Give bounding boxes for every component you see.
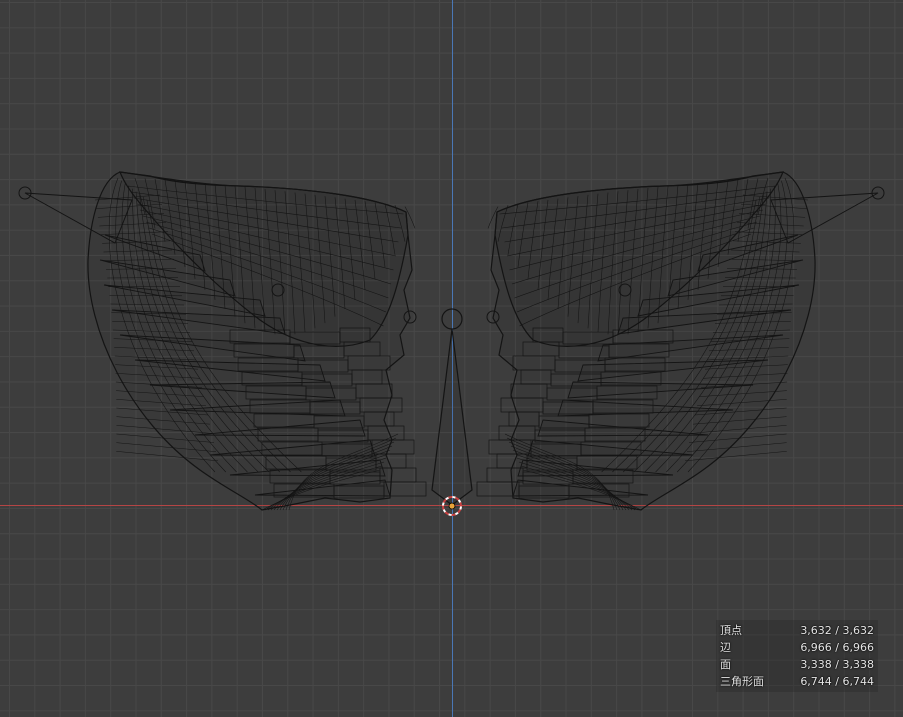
armature-bones[interactable] xyxy=(431,308,473,506)
stat-row-vertices: 頂点 3,632 / 3,632 xyxy=(720,622,874,639)
wireframe-scene[interactable] xyxy=(0,0,903,717)
left-wing-mesh[interactable] xyxy=(18,171,427,511)
right-wing-mesh[interactable] xyxy=(476,171,885,511)
stat-row-faces: 面 3,338 / 3,338 xyxy=(720,656,874,673)
3d-viewport[interactable]: 頂点 3,632 / 3,632 辺 6,966 / 6,966 面 3,338… xyxy=(0,0,903,717)
stat-value: 6,966 / 6,966 xyxy=(800,641,874,654)
stat-value: 3,338 / 3,338 xyxy=(800,658,874,671)
stat-value: 3,632 / 3,632 xyxy=(800,624,874,637)
stat-label: 頂点 xyxy=(720,624,742,637)
stat-label: 三角形面 xyxy=(720,675,764,688)
stat-row-triangles: 三角形面 6,744 / 6,744 xyxy=(720,673,874,690)
stat-label: 面 xyxy=(720,658,731,671)
statistics-overlay: 頂点 3,632 / 3,632 辺 6,966 / 6,966 面 3,338… xyxy=(716,620,878,692)
stat-row-edges: 辺 6,966 / 6,966 xyxy=(720,639,874,656)
stat-label: 辺 xyxy=(720,641,731,654)
stat-value: 6,744 / 6,744 xyxy=(800,675,874,688)
